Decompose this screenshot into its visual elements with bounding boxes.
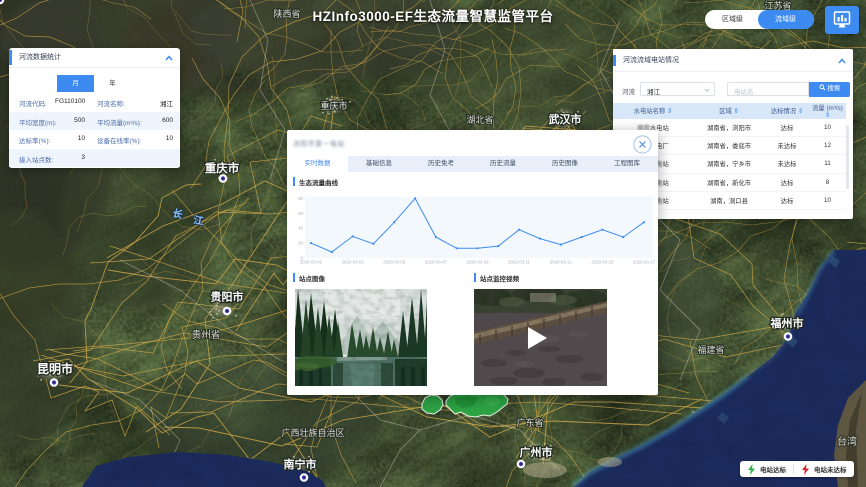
svg-text:2020-03-17: 2020-03-17 [633,260,656,265]
svg-text:湖北省: 湖北省 [466,114,493,125]
svg-text:2020-03-11: 2020-03-11 [508,260,530,265]
svg-text:重庆市: 重庆市 [205,161,240,175]
svg-text:武汉市: 武汉市 [549,112,582,126]
svg-text:2020-03-07: 2020-03-07 [425,260,448,265]
svg-text:福建省: 福建省 [697,344,724,355]
svg-text:2020-03-13: 2020-03-13 [550,260,573,265]
svg-text:2020-03-15: 2020-03-15 [591,260,614,265]
svg-text:广州市: 广州市 [520,445,553,459]
svg-text:重庆市: 重庆市 [320,100,347,111]
svg-text:台湾: 台湾 [837,435,857,448]
svg-text:20: 20 [298,241,303,246]
svg-text:80: 80 [298,196,303,201]
svg-text:昆明市: 昆明市 [37,361,73,376]
svg-text:60: 60 [298,211,303,216]
svg-text:2020-03-03: 2020-03-03 [342,260,365,265]
svg-text:2020-03-09: 2020-03-09 [467,260,490,265]
svg-text:广东省: 广东省 [516,417,543,428]
svg-text:2020-03-05: 2020-03-05 [383,260,406,265]
svg-text:贵州省: 贵州省 [192,329,221,341]
svg-text:广西壮族自治区: 广西壮族自治区 [281,427,344,438]
svg-text:2020-03-01: 2020-03-01 [300,260,323,265]
svg-text:福州市: 福州市 [770,316,804,330]
svg-text:南宁市: 南宁市 [284,457,317,471]
svg-text:40: 40 [298,226,303,231]
svg-text:贵阳市: 贵阳市 [211,290,244,304]
